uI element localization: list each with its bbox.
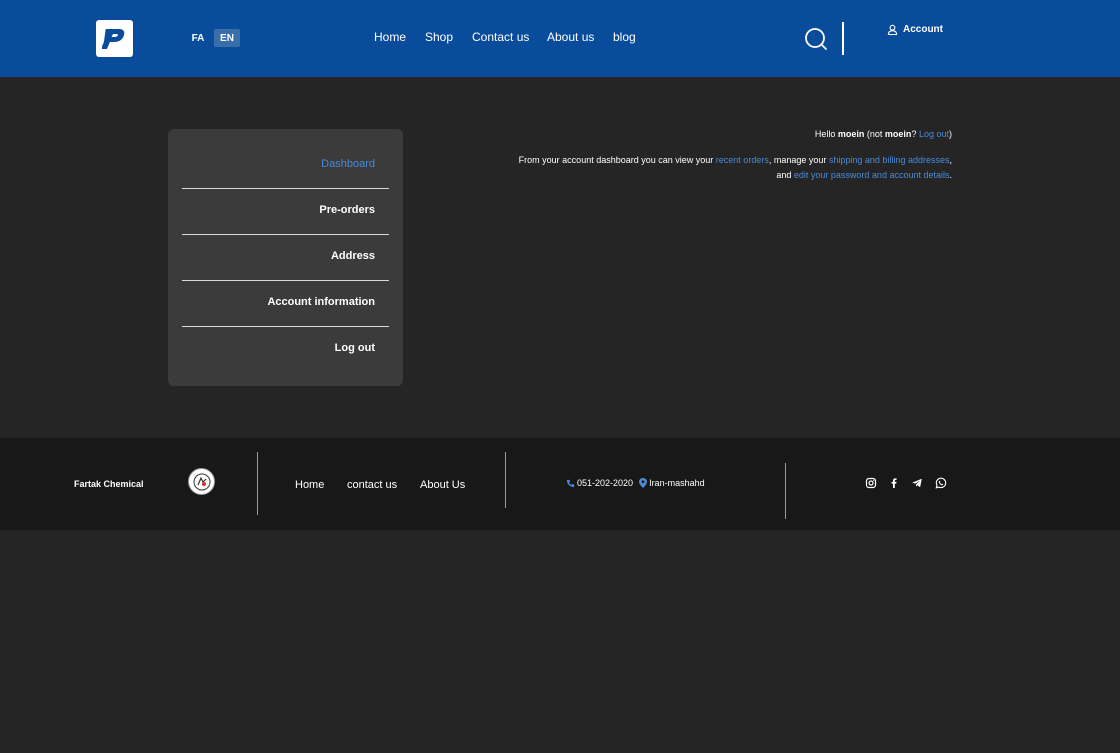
logo-p-icon [101, 28, 124, 49]
username-repeat: moein [884, 129, 912, 139]
footer-link-contact[interactable]: contact us [347, 479, 397, 491]
footer-divider [505, 452, 506, 508]
header-divider [842, 22, 844, 55]
not-suffix: ? [911, 129, 917, 139]
sidebar-divider [182, 280, 389, 281]
greeting-text: Hello moein (not moein? Log out) [815, 129, 952, 139]
shipping-addresses-link[interactable]: shipping and billing addresses [829, 155, 950, 165]
desc-part-2: , manage your [768, 155, 827, 165]
sidebar-divider [182, 188, 389, 189]
account-label: Account [903, 24, 943, 35]
sidebar-item-dashboard[interactable]: Dashboard [182, 158, 389, 170]
footer-link-about[interactable]: About Us [420, 479, 465, 491]
desc-part-1: From your account dashboard you can view… [518, 155, 714, 165]
instagram-icon[interactable] [865, 477, 877, 489]
lang-en-button[interactable]: EN [214, 29, 240, 47]
sidebar-item-address[interactable]: Address [182, 250, 389, 262]
location-pin-icon [639, 478, 648, 488]
site-footer: Fartak Chemical Home contact us About Us… [0, 438, 1120, 530]
not-text: (not [866, 129, 883, 139]
dashboard-description: From your account dashboard you can view… [512, 153, 952, 183]
recent-orders-link[interactable]: recent orders [716, 155, 769, 165]
footer-logo [188, 468, 215, 495]
phone-number: 051-202-2020 [577, 478, 634, 488]
search-icon[interactable] [804, 27, 828, 51]
site-header: FA EN Home Shop Contact us About us blog… [0, 0, 1120, 77]
footer-brand: Fartak Chemical [74, 479, 144, 489]
hello-prefix: Hello [814, 129, 836, 139]
sidebar-item-account-information[interactable]: Account information [182, 296, 389, 308]
footer-link-home[interactable]: Home [295, 479, 324, 491]
nav-home[interactable]: Home [374, 30, 406, 44]
location-item: Iran-mashahd [639, 478, 705, 488]
footer-contact: 051-202-2020 Iran-mashahd [566, 478, 705, 488]
edit-account-link[interactable]: edit your password and account details [794, 170, 950, 180]
logout-link[interactable]: Log out [919, 129, 949, 139]
company-seal-icon [193, 473, 210, 490]
site-logo[interactable] [96, 20, 133, 57]
phone-icon [566, 479, 575, 487]
footer-divider [257, 452, 258, 515]
user-icon [887, 24, 898, 35]
desc-part-4: . [949, 170, 952, 180]
nav-blog[interactable]: blog [613, 30, 636, 44]
sidebar-item-pre-orders[interactable]: Pre-orders [182, 204, 389, 216]
account-sidebar: Dashboard Pre-orders Address Account inf… [168, 129, 403, 386]
location-text: Iran-mashahd [649, 478, 705, 488]
whatsapp-icon[interactable] [935, 477, 947, 489]
facebook-icon[interactable] [888, 477, 900, 489]
username: moein [837, 129, 865, 139]
lang-fa-button[interactable]: FA [188, 29, 208, 47]
sidebar-divider [182, 234, 389, 235]
nav-about[interactable]: About us [547, 30, 594, 44]
phone-item[interactable]: 051-202-2020 [566, 478, 633, 488]
sidebar-divider [182, 326, 389, 327]
nav-shop[interactable]: Shop [425, 30, 453, 44]
account-button[interactable]: Account [887, 24, 943, 35]
telegram-icon[interactable] [911, 477, 923, 489]
sidebar-item-log-out[interactable]: Log out [182, 342, 389, 354]
nav-contact[interactable]: Contact us [472, 30, 529, 44]
close-paren: ) [949, 129, 952, 139]
footer-divider [785, 463, 786, 519]
